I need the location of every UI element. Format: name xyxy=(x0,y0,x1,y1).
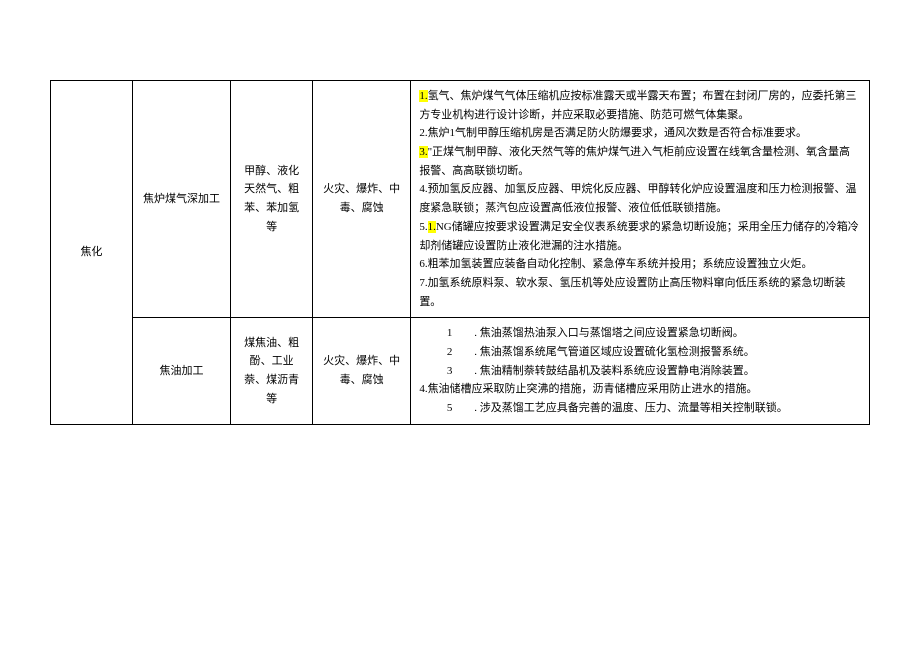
measure-item: 3 . 焦油精制萘转鼓结晶机及装料系统应设置静电消除装置。 xyxy=(419,362,861,381)
category-label: 焦化 xyxy=(80,246,102,258)
materials-label: 煤焦油、粗酚、工业萘、煤沥青等 xyxy=(244,337,299,405)
cell-sub: 焦油加工 xyxy=(132,318,230,424)
hazards-label: 火灾、爆炸、中毒、腐蚀 xyxy=(323,183,400,214)
cell-materials: 甲醇、液化天然气、粗苯、苯加氢等 xyxy=(231,81,313,318)
cell-measures-0: 1.氢气、焦炉煤气气体压缩机应按标准露天或半露天布置；布置在封闭厂房的，应委托第… xyxy=(411,81,870,318)
measure-item: 4.预加氢反应器、加氢反应器、甲烷化反应器、甲醇转化炉应设置温度和压力检测报警、… xyxy=(419,180,861,217)
measure-item: 3."正煤气制甲醇、液化天然气等的焦炉煤气进入气柜前应设置在线氧含量检测、氧含量… xyxy=(419,143,861,180)
measure-item: 5 . 涉及蒸馏工艺应具备完善的温度、压力、流量等相关控制联锁。 xyxy=(419,399,861,418)
cell-category: 焦化 xyxy=(51,81,133,425)
table-row: 焦化 焦炉煤气深加工 甲醇、液化天然气、粗苯、苯加氢等 火灾、爆炸、中毒、腐蚀 … xyxy=(51,81,870,318)
measure-item: 2 . 焦油蒸馏系统尾气管道区域应设置硫化氢检测报警系统。 xyxy=(419,343,861,362)
sub-label: 焦油加工 xyxy=(160,365,204,377)
cell-materials: 煤焦油、粗酚、工业萘、煤沥青等 xyxy=(231,318,313,424)
measure-item: 1.氢气、焦炉煤气气体压缩机应按标准露天或半露天布置；布置在封闭厂房的，应委托第… xyxy=(419,87,861,124)
measure-item: 1 . 焦油蒸馏热油泵入口与蒸馏塔之间应设置紧急切断阀。 xyxy=(419,324,861,343)
hazard-table: 焦化 焦炉煤气深加工 甲醇、液化天然气、粗苯、苯加氢等 火灾、爆炸、中毒、腐蚀 … xyxy=(50,80,870,425)
hazards-label: 火灾、爆炸、中毒、腐蚀 xyxy=(323,355,400,386)
highlight: 3. xyxy=(419,146,427,158)
measure-item: 7.加氢系统原料泵、软水泵、氢压机等处应设置防止高压物料窜向低压系统的紧急切断装… xyxy=(419,274,861,311)
cell-hazards: 火灾、爆炸、中毒、腐蚀 xyxy=(313,318,411,424)
highlight: 1. xyxy=(428,221,436,233)
measure-item: 6.粗苯加氢装置应装备自动化控制、紧急停车系统并投用；系统应设置独立火炬。 xyxy=(419,255,861,274)
sub-label: 焦炉煤气深加工 xyxy=(143,193,220,205)
cell-hazards: 火灾、爆炸、中毒、腐蚀 xyxy=(313,81,411,318)
measure-item: 2.焦炉1气制甲醇压缩机房是否满足防火防爆要求，通风次数是否符合标准要求。 xyxy=(419,124,861,143)
highlight: 1. xyxy=(419,90,427,102)
cell-sub: 焦炉煤气深加工 xyxy=(132,81,230,318)
cell-measures-1: 1 . 焦油蒸馏热油泵入口与蒸馏塔之间应设置紧急切断阀。2 . 焦油蒸馏系统尾气… xyxy=(411,318,870,424)
table-row: 焦油加工 煤焦油、粗酚、工业萘、煤沥青等 火灾、爆炸、中毒、腐蚀 1 . 焦油蒸… xyxy=(51,318,870,424)
measure-item: 4.焦油储槽应采取防止突沸的措施，沥青储槽应采用防止进水的措施。 xyxy=(419,380,861,399)
measure-item: 5.1.NG储罐应按要求设置满足安全仪表系统要求的紧急切断设施；采用全压力储存的… xyxy=(419,218,861,255)
materials-label: 甲醇、液化天然气、粗苯、苯加氢等 xyxy=(244,165,299,233)
